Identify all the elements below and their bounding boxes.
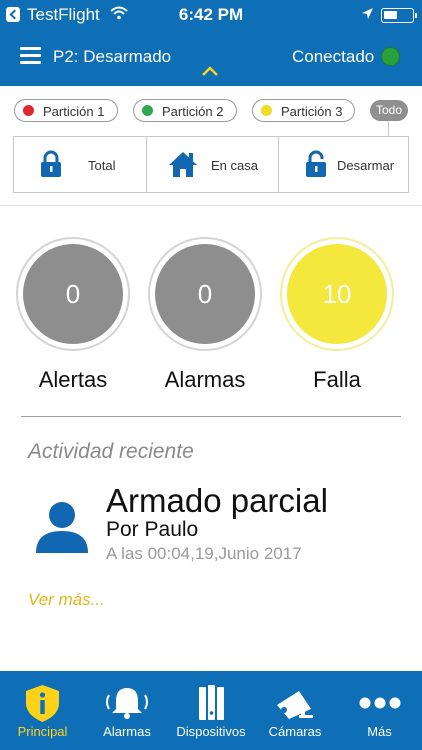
camera-icon <box>277 691 313 719</box>
disarm-button[interactable]: Desarmar <box>278 137 410 192</box>
faults-count: 10 <box>287 244 387 344</box>
connection-indicator-dot <box>381 47 400 66</box>
unlock-icon <box>306 150 326 177</box>
connection-status: Conectado <box>292 47 375 66</box>
app-header: P2: Desarmado Conectado <box>0 30 422 86</box>
location-arrow-icon <box>362 8 373 19</box>
chevron-up-icon[interactable] <box>201 65 219 77</box>
all-partitions-button[interactable]: Todo <box>370 100 408 121</box>
bottom-tab-bar: Principal Alarmas Dispositivos Cámaras M… <box>0 671 422 750</box>
tab-dispositivos[interactable]: Dispositivos <box>169 671 253 750</box>
faults-label: Falla <box>313 367 361 392</box>
arm-controls: Total En casa Desarmar <box>13 136 409 193</box>
arm-total-label: Total <box>88 158 116 173</box>
tab-dispositivos-label: Dispositivos <box>176 724 246 739</box>
bell-icon <box>106 688 148 719</box>
partition-3-label: Partición 3 <box>281 104 343 119</box>
alerts-count: 0 <box>23 244 123 344</box>
partition-1-label: Partición 1 <box>43 104 105 119</box>
tab-camaras[interactable]: Cámaras <box>253 671 337 750</box>
partition-3-chip[interactable]: Partición 3 <box>252 99 355 122</box>
activity-timestamp: A las 00:04,19,Junio 2017 <box>106 544 302 563</box>
partition-2-label: Partición 2 <box>162 104 224 119</box>
wifi-icon <box>110 6 128 20</box>
tab-principal-label: Principal <box>17 724 68 739</box>
more-icon <box>359 697 401 709</box>
divider <box>21 416 401 417</box>
arm-stay-button[interactable]: En casa <box>146 137 278 192</box>
all-partitions-connector <box>388 121 389 136</box>
tab-principal[interactable]: Principal <box>0 671 85 750</box>
tab-alarmas-label: Alarmas <box>103 724 151 739</box>
partition-3-color-dot <box>261 105 272 116</box>
user-avatar-icon <box>36 502 88 553</box>
tab-mas-label: Más <box>367 724 392 739</box>
alarms-count: 0 <box>155 244 255 344</box>
home-icon <box>169 152 197 177</box>
partition-selector: Partición 1 Partición 2 Partición 3 <box>0 86 422 134</box>
divider <box>0 205 422 206</box>
status-bar: TestFlight 6:42 PM <box>0 0 422 30</box>
battery-icon <box>381 8 417 23</box>
partition-2-color-dot <box>142 105 153 116</box>
devices-icon <box>199 685 224 720</box>
tab-camaras-label: Cámaras <box>268 724 322 739</box>
partition-1-color-dot <box>23 105 34 116</box>
lock-icon <box>41 150 61 177</box>
recent-activity-heading: Actividad reciente <box>28 440 194 463</box>
back-app-label[interactable]: TestFlight <box>27 5 100 25</box>
activity-event: Armado parcial <box>106 482 328 519</box>
arm-stay-label: En casa <box>211 158 258 173</box>
partition-1-chip[interactable]: Partición 1 <box>14 99 118 122</box>
partition-2-chip[interactable]: Partición 2 <box>133 99 237 122</box>
tab-mas[interactable]: Más <box>337 671 422 750</box>
disarm-label: Desarmar <box>337 158 395 173</box>
shield-info-icon <box>26 685 59 722</box>
back-to-app-icon[interactable] <box>6 7 20 22</box>
activity-user: Por Paulo <box>106 518 199 541</box>
menu-icon[interactable] <box>20 47 41 65</box>
partition-status-title[interactable]: P2: Desarmado <box>53 47 171 67</box>
arm-total-button[interactable]: Total <box>14 137 146 192</box>
tab-alarmas[interactable]: Alarmas <box>85 671 169 750</box>
see-more-link[interactable]: Ver más... <box>28 590 105 610</box>
